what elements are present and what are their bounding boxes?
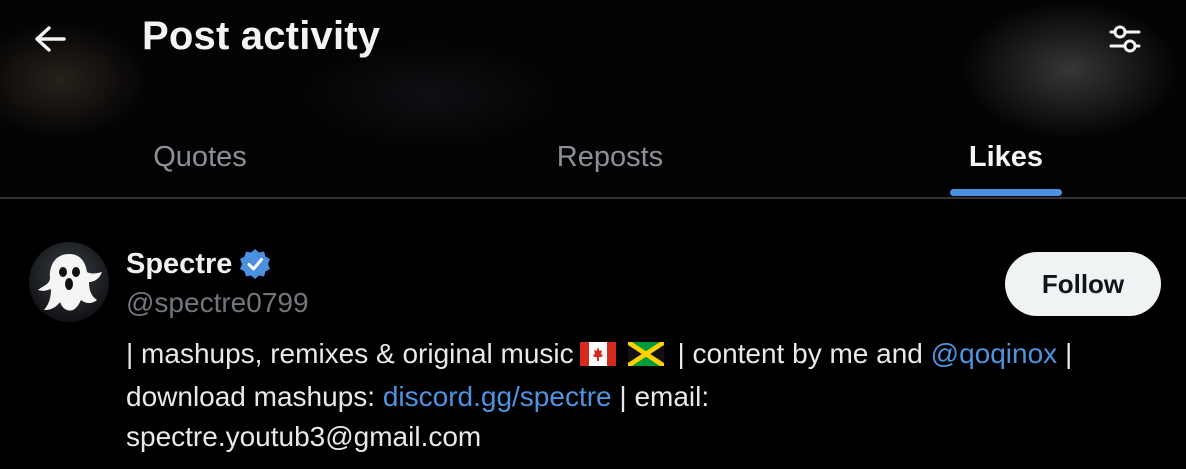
bio-text: | mashups, remixes & original music [126, 338, 574, 369]
tab-likes[interactable]: Likes [886, 118, 1126, 196]
post-activity-screen: Post activity Quotes Reposts Likes Spect… [0, 0, 1186, 469]
follow-button[interactable]: Follow [1005, 252, 1161, 316]
bio-text: | email: [619, 381, 710, 412]
jamaica-flag-icon [627, 337, 664, 377]
activity-tabs: Quotes Reposts Likes [0, 118, 1186, 197]
tab-reposts[interactable]: Reposts [490, 118, 730, 196]
selected-tab-indicator [950, 189, 1062, 196]
verified-badge-icon [240, 249, 271, 279]
discord-link[interactable]: discord.gg/spectre [383, 381, 612, 412]
arrow-left-icon [35, 26, 66, 52]
display-name[interactable]: Spectre [126, 248, 232, 281]
header: Post activity Quotes Reposts Likes [0, 0, 1186, 197]
mention-link[interactable]: @qoqinox [931, 338, 1058, 369]
back-button[interactable] [22, 16, 78, 62]
name-line: Spectre [126, 245, 272, 283]
avatar[interactable] [29, 242, 109, 322]
sliders-icon [1109, 25, 1141, 53]
page-title: Post activity [142, 14, 381, 58]
bio-text: | content by me and [677, 338, 923, 369]
user-handle[interactable]: @spectre0799 [126, 287, 309, 319]
user-bio: | mashups, remixes & original music | co… [126, 334, 1166, 457]
user-list-item[interactable]: Spectre @spectre0799 Follow | mashups, r… [0, 199, 1186, 469]
ghost-avatar-icon [29, 242, 109, 322]
canada-flag-icon [579, 337, 616, 377]
tab-quotes[interactable]: Quotes [80, 118, 320, 196]
filter-button[interactable] [1100, 16, 1150, 62]
bio-text: download mashups: [126, 381, 376, 412]
bio-email: spectre.youtub3@gmail.com [126, 421, 482, 452]
bio-text: | [1064, 338, 1073, 369]
